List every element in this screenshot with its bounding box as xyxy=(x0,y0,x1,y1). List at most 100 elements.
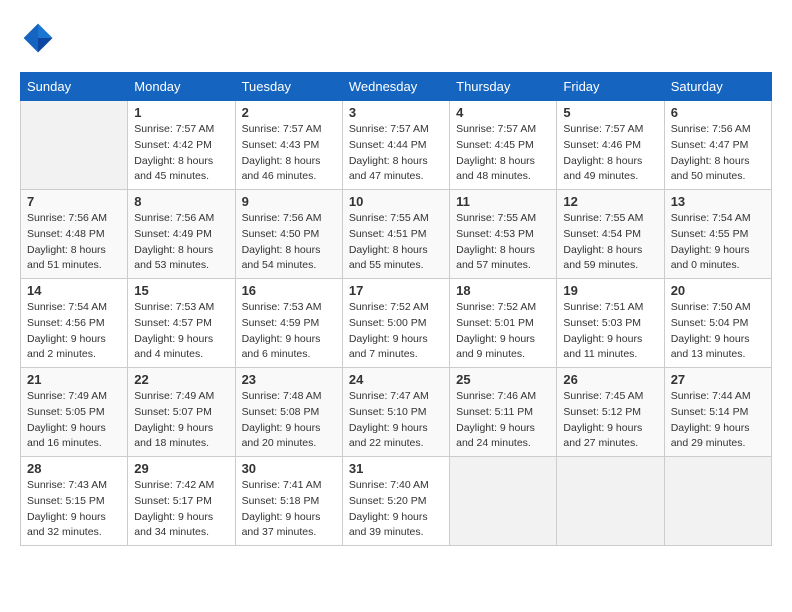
day-info: Sunrise: 7:55 AM Sunset: 4:54 PM Dayligh… xyxy=(563,211,657,274)
day-number: 4 xyxy=(456,105,550,120)
column-header-thursday: Thursday xyxy=(450,73,557,101)
calendar-cell: 10 Sunrise: 7:55 AM Sunset: 4:51 PM Dayli… xyxy=(342,190,449,279)
day-info: Sunrise: 7:57 AM Sunset: 4:42 PM Dayligh… xyxy=(134,122,228,185)
day-info: Sunrise: 7:55 AM Sunset: 4:51 PM Dayligh… xyxy=(349,211,443,274)
day-info: Sunrise: 7:56 AM Sunset: 4:47 PM Dayligh… xyxy=(671,122,765,185)
day-number: 13 xyxy=(671,194,765,209)
day-number: 19 xyxy=(563,283,657,298)
day-info: Sunrise: 7:47 AM Sunset: 5:10 PM Dayligh… xyxy=(349,389,443,452)
day-number: 8 xyxy=(134,194,228,209)
calendar-cell: 17 Sunrise: 7:52 AM Sunset: 5:00 PM Dayli… xyxy=(342,279,449,368)
calendar-cell: 23 Sunrise: 7:48 AM Sunset: 5:08 PM Dayli… xyxy=(235,368,342,457)
day-number: 26 xyxy=(563,372,657,387)
day-number: 23 xyxy=(242,372,336,387)
day-info: Sunrise: 7:52 AM Sunset: 5:00 PM Dayligh… xyxy=(349,300,443,363)
calendar-cell: 2 Sunrise: 7:57 AM Sunset: 4:43 PM Daylig… xyxy=(235,101,342,190)
day-number: 3 xyxy=(349,105,443,120)
calendar-cell: 14Sunrise: 7:54 AM Sunset: 4:56 PM Dayli… xyxy=(21,279,128,368)
calendar-cell xyxy=(557,457,664,546)
day-number: 29 xyxy=(134,461,228,476)
day-number: 16 xyxy=(242,283,336,298)
calendar-week-3: 14Sunrise: 7:54 AM Sunset: 4:56 PM Dayli… xyxy=(21,279,772,368)
day-info: Sunrise: 7:48 AM Sunset: 5:08 PM Dayligh… xyxy=(242,389,336,452)
day-info: Sunrise: 7:56 AM Sunset: 4:48 PM Dayligh… xyxy=(27,211,121,274)
day-info: Sunrise: 7:53 AM Sunset: 4:57 PM Dayligh… xyxy=(134,300,228,363)
column-header-saturday: Saturday xyxy=(664,73,771,101)
day-info: Sunrise: 7:57 AM Sunset: 4:44 PM Dayligh… xyxy=(349,122,443,185)
calendar-cell: 22Sunrise: 7:49 AM Sunset: 5:07 PM Dayli… xyxy=(128,368,235,457)
day-number: 17 xyxy=(349,283,443,298)
day-info: Sunrise: 7:43 AM Sunset: 5:15 PM Dayligh… xyxy=(27,478,121,541)
day-info: Sunrise: 7:49 AM Sunset: 5:05 PM Dayligh… xyxy=(27,389,121,452)
day-number: 15 xyxy=(134,283,228,298)
calendar-cell: 20Sunrise: 7:50 AM Sunset: 5:04 PM Dayli… xyxy=(664,279,771,368)
day-number: 27 xyxy=(671,372,765,387)
calendar-cell: 13 Sunrise: 7:54 AM Sunset: 4:55 PM Dayli… xyxy=(664,190,771,279)
calendar-cell: 6 Sunrise: 7:56 AM Sunset: 4:47 PM Daylig… xyxy=(664,101,771,190)
day-number: 12 xyxy=(563,194,657,209)
day-info: Sunrise: 7:56 AM Sunset: 4:50 PM Dayligh… xyxy=(242,211,336,274)
calendar-cell: 27 Sunrise: 7:44 AM Sunset: 5:14 PM Dayli… xyxy=(664,368,771,457)
calendar-cell: 15 Sunrise: 7:53 AM Sunset: 4:57 PM Dayli… xyxy=(128,279,235,368)
logo-icon xyxy=(20,20,56,56)
calendar-cell: 31 Sunrise: 7:40 AM Sunset: 5:20 PM Dayli… xyxy=(342,457,449,546)
day-number: 18 xyxy=(456,283,550,298)
calendar-table: SundayMondayTuesdayWednesdayThursdayFrid… xyxy=(20,72,772,546)
day-number: 31 xyxy=(349,461,443,476)
calendar-cell: 19 Sunrise: 7:51 AM Sunset: 5:03 PM Dayli… xyxy=(557,279,664,368)
calendar-cell: 16 Sunrise: 7:53 AM Sunset: 4:59 PM Dayli… xyxy=(235,279,342,368)
day-number: 6 xyxy=(671,105,765,120)
day-info: Sunrise: 7:56 AM Sunset: 4:49 PM Dayligh… xyxy=(134,211,228,274)
calendar-week-1: 1Sunrise: 7:57 AM Sunset: 4:42 PM Daylig… xyxy=(21,101,772,190)
day-info: Sunrise: 7:41 AM Sunset: 5:18 PM Dayligh… xyxy=(242,478,336,541)
calendar-cell xyxy=(450,457,557,546)
day-number: 20 xyxy=(671,283,765,298)
calendar-week-4: 21Sunrise: 7:49 AM Sunset: 5:05 PM Dayli… xyxy=(21,368,772,457)
calendar-cell: 9 Sunrise: 7:56 AM Sunset: 4:50 PM Daylig… xyxy=(235,190,342,279)
calendar-cell: 24 Sunrise: 7:47 AM Sunset: 5:10 PM Dayli… xyxy=(342,368,449,457)
calendar-cell: 8 Sunrise: 7:56 AM Sunset: 4:49 PM Daylig… xyxy=(128,190,235,279)
calendar-cell: 26 Sunrise: 7:45 AM Sunset: 5:12 PM Dayli… xyxy=(557,368,664,457)
day-info: Sunrise: 7:40 AM Sunset: 5:20 PM Dayligh… xyxy=(349,478,443,541)
page-header xyxy=(20,20,772,56)
day-info: Sunrise: 7:57 AM Sunset: 4:43 PM Dayligh… xyxy=(242,122,336,185)
calendar-cell: 28 Sunrise: 7:43 AM Sunset: 5:15 PM Dayli… xyxy=(21,457,128,546)
column-header-tuesday: Tuesday xyxy=(235,73,342,101)
day-number: 11 xyxy=(456,194,550,209)
day-number: 24 xyxy=(349,372,443,387)
day-number: 7 xyxy=(27,194,121,209)
calendar-cell: 12 Sunrise: 7:55 AM Sunset: 4:54 PM Dayli… xyxy=(557,190,664,279)
calendar-cell: 5Sunrise: 7:57 AM Sunset: 4:46 PM Daylig… xyxy=(557,101,664,190)
calendar-cell: 3 Sunrise: 7:57 AM Sunset: 4:44 PM Daylig… xyxy=(342,101,449,190)
calendar-week-2: 7 Sunrise: 7:56 AM Sunset: 4:48 PM Daylig… xyxy=(21,190,772,279)
day-number: 2 xyxy=(242,105,336,120)
calendar-cell xyxy=(664,457,771,546)
column-header-friday: Friday xyxy=(557,73,664,101)
column-header-monday: Monday xyxy=(128,73,235,101)
calendar-cell: 7 Sunrise: 7:56 AM Sunset: 4:48 PM Daylig… xyxy=(21,190,128,279)
day-number: 9 xyxy=(242,194,336,209)
day-info: Sunrise: 7:52 AM Sunset: 5:01 PM Dayligh… xyxy=(456,300,550,363)
day-info: Sunrise: 7:45 AM Sunset: 5:12 PM Dayligh… xyxy=(563,389,657,452)
calendar-cell: 11 Sunrise: 7:55 AM Sunset: 4:53 PM Dayli… xyxy=(450,190,557,279)
day-number: 28 xyxy=(27,461,121,476)
calendar-cell: 1Sunrise: 7:57 AM Sunset: 4:42 PM Daylig… xyxy=(128,101,235,190)
day-info: Sunrise: 7:57 AM Sunset: 4:45 PM Dayligh… xyxy=(456,122,550,185)
day-info: Sunrise: 7:54 AM Sunset: 4:55 PM Dayligh… xyxy=(671,211,765,274)
day-info: Sunrise: 7:42 AM Sunset: 5:17 PM Dayligh… xyxy=(134,478,228,541)
calendar-cell: 4 Sunrise: 7:57 AM Sunset: 4:45 PM Daylig… xyxy=(450,101,557,190)
calendar-cell: 21Sunrise: 7:49 AM Sunset: 5:05 PM Dayli… xyxy=(21,368,128,457)
calendar-cell: 30Sunrise: 7:41 AM Sunset: 5:18 PM Dayli… xyxy=(235,457,342,546)
day-info: Sunrise: 7:53 AM Sunset: 4:59 PM Dayligh… xyxy=(242,300,336,363)
day-info: Sunrise: 7:44 AM Sunset: 5:14 PM Dayligh… xyxy=(671,389,765,452)
calendar-cell xyxy=(21,101,128,190)
day-number: 10 xyxy=(349,194,443,209)
day-info: Sunrise: 7:49 AM Sunset: 5:07 PM Dayligh… xyxy=(134,389,228,452)
day-info: Sunrise: 7:46 AM Sunset: 5:11 PM Dayligh… xyxy=(456,389,550,452)
day-info: Sunrise: 7:51 AM Sunset: 5:03 PM Dayligh… xyxy=(563,300,657,363)
day-number: 5 xyxy=(563,105,657,120)
column-header-sunday: Sunday xyxy=(21,73,128,101)
day-info: Sunrise: 7:55 AM Sunset: 4:53 PM Dayligh… xyxy=(456,211,550,274)
calendar-cell: 18 Sunrise: 7:52 AM Sunset: 5:01 PM Dayli… xyxy=(450,279,557,368)
day-info: Sunrise: 7:54 AM Sunset: 4:56 PM Dayligh… xyxy=(27,300,121,363)
